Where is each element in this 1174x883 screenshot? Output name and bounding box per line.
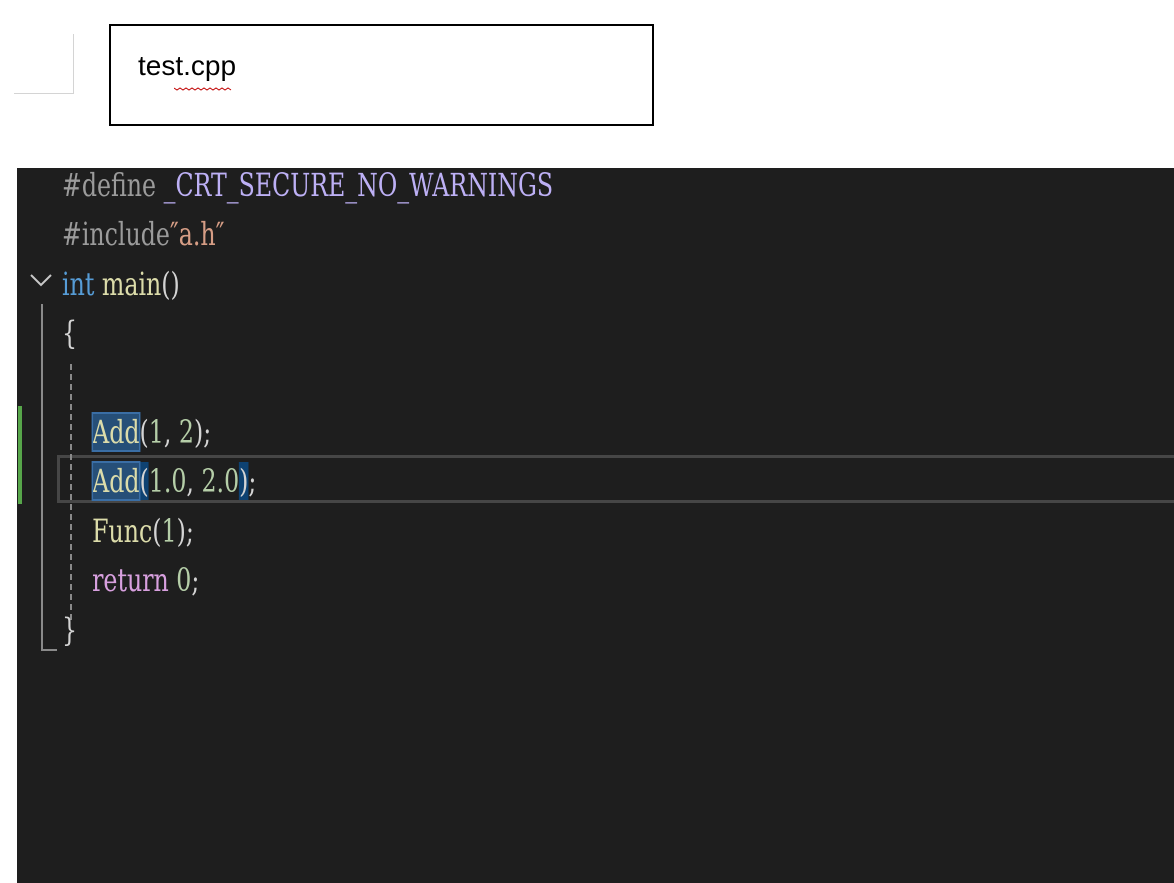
change-indicator-bar: [18, 406, 22, 504]
code-line[interactable]: #define _CRT_SECURE_NO_WARNINGS: [62, 168, 553, 208]
block-outline-guide-end: [41, 649, 57, 651]
code-token: (: [152, 511, 162, 550]
code-editor[interactable]: #define _CRT_SECURE_NO_WARNINGS #include″…: [17, 168, 1174, 883]
code-line[interactable]: return 0;: [62, 557, 199, 603]
chevron-down-icon[interactable]: [29, 272, 53, 288]
code-token: Add: [91, 461, 141, 502]
code-token: 1: [148, 413, 164, 451]
code-token: Func: [92, 511, 153, 550]
code-token: #define: [62, 168, 164, 204]
code-token: (: [139, 462, 149, 501]
code-token: main: [94, 264, 162, 303]
filename-label: test.cpp: [138, 50, 237, 81]
code-token: int: [62, 264, 95, 303]
code-line[interactable]: }: [62, 607, 77, 653]
block-outline-guide: [41, 304, 43, 650]
code-line[interactable]: Add(1, 2);: [62, 409, 211, 455]
code-token: }: [62, 610, 78, 649]
code-token: 2: [178, 413, 194, 451]
code-token: return: [92, 561, 169, 600]
code-token: #include: [62, 215, 170, 254]
code-token: (: [139, 413, 149, 451]
filename-tab[interactable]: test.cpp: [109, 24, 654, 126]
corner-crop-mark: [14, 34, 74, 94]
code-line[interactable]: Add(1.0, 2.0);: [62, 458, 256, 504]
code-token: );: [176, 511, 194, 550]
code-token: ): [239, 462, 249, 501]
code-token: ;: [248, 462, 257, 501]
code-token: ,: [163, 413, 179, 451]
code-token: _CRT_SECURE_NO_WARNINGS: [163, 168, 554, 204]
code-line[interactable]: #include″a.h″: [62, 211, 225, 257]
code-token: ,: [186, 462, 202, 501]
code-token: {: [62, 314, 78, 353]
code-line[interactable]: int main(): [62, 261, 180, 307]
code-token: );: [193, 413, 212, 451]
code-token: Add: [91, 412, 141, 452]
code-token: 2.0: [201, 462, 240, 501]
code-token: 1.0: [148, 462, 187, 501]
code-token: (): [161, 264, 180, 303]
code-token: ;: [191, 561, 200, 600]
code-token: ″a.h″: [169, 215, 225, 254]
spellcheck-squiggle: [174, 87, 232, 91]
code-token: 1: [161, 511, 177, 550]
code-token: 0: [168, 561, 192, 600]
code-line[interactable]: {: [62, 310, 77, 356]
screenshot: test.cpp #define _CRT_SECURE_NO_WARNINGS…: [0, 0, 1174, 883]
code-line[interactable]: Func(1);: [62, 508, 194, 554]
